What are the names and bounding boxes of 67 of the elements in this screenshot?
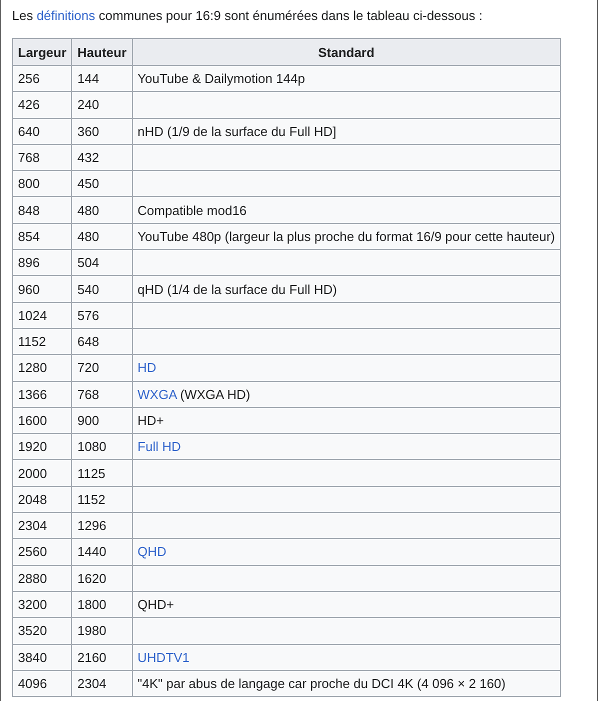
table-cell: nHD (1/9 de la surface du Full HD]: [132, 118, 561, 144]
table-cell: 2880: [12, 565, 72, 592]
table-cell: 1152: [12, 328, 72, 355]
table-cell: YouTube & Dailymotion 144p: [132, 66, 561, 92]
table-cell: 1280: [12, 354, 72, 382]
table-cell: 854: [12, 223, 72, 250]
table-cell: 240: [72, 92, 132, 118]
link[interactable]: HD: [138, 360, 156, 376]
table-cell: 768: [12, 144, 72, 171]
table-cell: 768: [72, 381, 132, 408]
table-cell: Compatible mod16: [132, 196, 561, 224]
table-cell: 720: [72, 354, 132, 382]
link[interactable]: WXGA: [138, 386, 177, 402]
table-cell: 1920: [12, 434, 72, 460]
table-cell: 2304: [12, 512, 72, 539]
table-cell: 256: [12, 66, 72, 92]
column-header: Largeur: [12, 38, 72, 66]
table-cell: 3520: [12, 618, 72, 644]
table-cell: 896: [12, 250, 72, 276]
table-cell: 1366: [12, 381, 72, 408]
link[interactable]: Full HD: [138, 439, 181, 454]
table-cell: HD+: [132, 407, 561, 434]
column-header: Hauteur: [72, 38, 132, 66]
table-cell: 450: [72, 170, 132, 197]
table-cell: "4K" par abus de langage car proche du DCI 4K (4 096 × 2 160): [132, 670, 561, 697]
table-cell: 1296: [72, 512, 132, 539]
cell-text: (WXGA HD): [179, 386, 250, 402]
table-cell: 1440: [72, 538, 132, 566]
table-cell: 4096: [12, 670, 72, 697]
table-cell: 900: [72, 407, 132, 434]
table-cell: 1600: [12, 407, 72, 434]
table-cell: 504: [72, 250, 132, 276]
table-cell: YouTube 480p (largeur la plus proche du format 16/9 pour cette hauteur): [132, 223, 561, 250]
table-cell: 1620: [72, 565, 132, 592]
table-cell: 2000: [12, 460, 72, 486]
table-cell: 540: [72, 276, 132, 302]
table-cell: 426: [12, 92, 72, 118]
table-cell: 576: [72, 302, 132, 328]
table-cell: 2560: [12, 538, 72, 566]
link[interactable]: définitions: [36, 8, 96, 23]
table-cell: 1800: [72, 591, 132, 618]
table-cell: 1080: [72, 434, 132, 460]
link[interactable]: UHDTV1: [138, 650, 190, 665]
link[interactable]: QHD: [138, 544, 166, 560]
intro-text: Les définitions communes pour 16:9 sont énumérées dans le tableau ci-dessous :: [12, 7, 484, 25]
table-cell: 480: [72, 223, 132, 250]
table-cell: 648: [72, 328, 132, 355]
table-cell: 2048: [12, 486, 72, 513]
table-cell: 480: [72, 196, 132, 224]
table-cell: 2304: [72, 670, 132, 697]
table-cell: 1980: [72, 618, 132, 644]
table-cell: qHD (1/4 de la surface du Full HD): [132, 276, 561, 302]
table-cell: 3840: [12, 644, 72, 670]
table-cell: 640: [12, 118, 72, 144]
table-cell: 848: [12, 196, 72, 224]
table-cell: 800: [12, 170, 72, 197]
table-cell: 3200: [12, 591, 72, 618]
column-header: Standard: [132, 38, 561, 66]
table-cell: 1125: [72, 460, 132, 486]
table-cell: 2160: [72, 644, 132, 670]
table-cell: 1024: [12, 302, 72, 328]
table-cell: 144: [72, 66, 132, 92]
table-cell: 960: [12, 276, 72, 302]
table-cell: QHD+: [132, 591, 561, 618]
table-cell: 432: [72, 144, 132, 171]
table-cell: 1152: [72, 486, 132, 513]
table-cell: 360: [72, 118, 132, 144]
